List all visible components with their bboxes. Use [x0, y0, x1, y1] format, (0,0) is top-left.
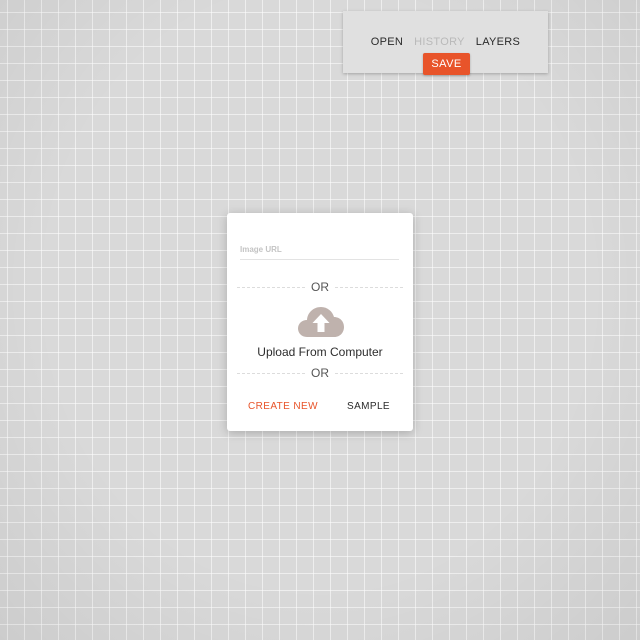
- dialog-actions: CREATE NEW SAMPLE: [227, 399, 413, 415]
- upload-from-computer-button[interactable]: Upload From Computer: [240, 305, 400, 365]
- save-button[interactable]: SAVE: [423, 53, 470, 75]
- create-new-button[interactable]: CREATE NEW: [248, 399, 318, 415]
- sample-button[interactable]: SAMPLE: [347, 399, 390, 415]
- top-toolbar: OPEN HISTORY LAYERS SAVE: [343, 11, 548, 75]
- or-label: OR: [311, 366, 329, 380]
- divider-line: [335, 372, 403, 374]
- image-url-input[interactable]: [240, 239, 399, 260]
- cloud-upload-icon: [298, 307, 344, 337]
- divider-line: [335, 286, 403, 288]
- or-divider: OR: [237, 280, 403, 294]
- layers-button[interactable]: LAYERS: [476, 34, 520, 50]
- or-divider: OR: [237, 366, 403, 380]
- open-image-dialog: OR Upload From Computer OR CREATE NEW SA…: [227, 213, 413, 431]
- or-label: OR: [311, 280, 329, 294]
- toolbar-nav: OPEN HISTORY LAYERS: [343, 34, 548, 50]
- history-button: HISTORY: [414, 36, 465, 48]
- divider-line: [237, 286, 305, 288]
- upload-label: Upload From Computer: [257, 345, 383, 359]
- open-button[interactable]: OPEN: [371, 34, 403, 50]
- divider-line: [237, 372, 305, 374]
